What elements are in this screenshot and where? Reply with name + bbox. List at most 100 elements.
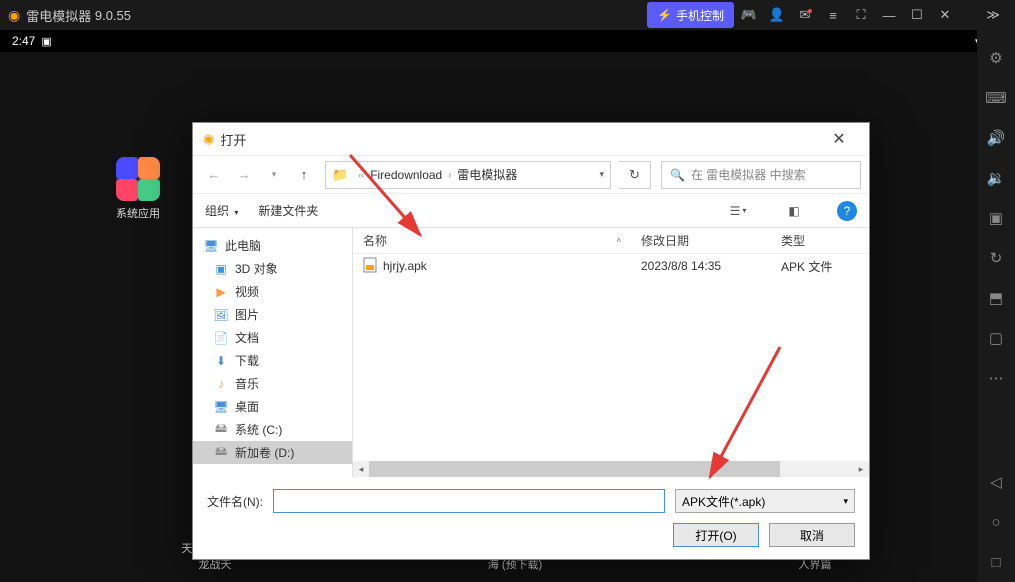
cube-icon: ▣ (213, 262, 229, 276)
sync-icon[interactable]: ↻ (982, 244, 1010, 272)
keyboard-icon[interactable]: ⌨ (982, 84, 1010, 112)
system-apps-folder[interactable]: 系统应用 (110, 157, 166, 221)
phone-control-button[interactable]: ⚡ 手机控制 (647, 2, 734, 28)
scroll-left-icon[interactable]: ◂ (353, 461, 369, 477)
sidebar-this-pc[interactable]: 🖥此电脑 (193, 234, 352, 257)
sort-indicator-icon: ˄ (616, 236, 621, 245)
scroll-thumb[interactable] (369, 461, 780, 477)
collapse-sidebar-icon[interactable]: ≫ (980, 2, 1006, 28)
emulator-screen: 系统应用 天龙八部2: 飞龙战天 全民江湖 秦时明月: 沧海 (预下载) 天命传… (0, 52, 1015, 582)
file-row[interactable]: hjrjy.apk 2023/8/8 14:35 APK 文件 (353, 254, 869, 278)
dialog-title: 打开 (220, 130, 246, 149)
multi-instance-icon[interactable]: ▣ (982, 204, 1010, 232)
breadcrumb-dropdown-icon[interactable]: ▾ (599, 169, 604, 180)
view-mode-button[interactable]: ☰ ▾ (725, 200, 751, 222)
settings-icon[interactable]: ⚙ (982, 44, 1010, 72)
file-open-dialog: ◉ 打开 ✕ ← → ▾ ↑ 📁 ‹‹ Firedownload › 雷电模拟器… (192, 122, 870, 560)
android-recent-button[interactable]: □ (982, 548, 1010, 576)
dialog-titlebar: ◉ 打开 ✕ (193, 123, 869, 155)
download-icon: ⬇ (213, 354, 229, 368)
sidebar-videos[interactable]: ▶视频 (193, 280, 352, 303)
app-name: 雷电模拟器 (26, 6, 91, 25)
music-icon: ♪ (213, 377, 229, 391)
filetype-dropdown[interactable]: APK文件(*.apk) ▾ (675, 489, 855, 513)
android-home-button[interactable]: ○ (982, 508, 1010, 536)
column-name[interactable]: 名称˄ (353, 232, 631, 249)
video-icon: ▶ (213, 285, 229, 299)
filename-input[interactable] (273, 489, 665, 513)
filename-label: 文件名(N): (207, 493, 263, 510)
drive-icon: 🖴 (213, 419, 229, 440)
breadcrumb-seg-2[interactable]: 雷电模拟器 (457, 166, 517, 183)
search-placeholder: 在 雷电模拟器 中搜索 (691, 166, 806, 183)
sidebar-downloads[interactable]: ⬇下载 (193, 349, 352, 372)
nav-recent-dropdown[interactable]: ▾ (261, 162, 287, 188)
sidebar-documents[interactable]: 📄文档 (193, 326, 352, 349)
sidebar-drive-d[interactable]: 🖴新加卷 (D:) (193, 441, 352, 464)
drive-icon: 🖴 (213, 442, 229, 463)
volume-up-icon[interactable]: 🔊 (982, 124, 1010, 152)
apk-file-icon (363, 257, 377, 276)
sidebar-pictures[interactable]: 🖼图片 (193, 303, 352, 326)
new-folder-button[interactable]: 新建文件夹 (258, 202, 318, 219)
horizontal-scrollbar[interactable]: ◂ ▸ (353, 461, 869, 477)
file-date: 2023/8/8 14:35 (631, 259, 771, 273)
fullscreen-icon[interactable]: ⛶ (848, 2, 874, 28)
folder-icon (116, 157, 160, 201)
sidebar-music[interactable]: ♪音乐 (193, 372, 352, 395)
search-icon: 🔍 (670, 168, 685, 182)
file-rows[interactable]: hjrjy.apk 2023/8/8 14:35 APK 文件 (353, 254, 869, 461)
sidebar-desktop[interactable]: 🖥桌面 (193, 395, 352, 418)
search-input[interactable]: 🔍 在 雷电模拟器 中搜索 (661, 161, 861, 189)
sidebar-drive-c[interactable]: 🖴系统 (C:) (193, 418, 352, 441)
column-headers: 名称˄ 修改日期 类型 (353, 228, 869, 254)
minimize-button[interactable]: — (876, 2, 902, 28)
open-button[interactable]: 打开(O) (673, 523, 759, 547)
dialog-nav-bar: ← → ▾ ↑ 📁 ‹‹ Firedownload › 雷电模拟器 ▾ ↻ 🔍 … (193, 155, 869, 193)
breadcrumb[interactable]: 📁 ‹‹ Firedownload › 雷电模拟器 ▾ (325, 161, 611, 189)
help-button[interactable]: ? (837, 201, 857, 221)
more-icon[interactable]: ⋯ (982, 364, 1010, 392)
nav-up-button[interactable]: ↑ (291, 162, 317, 188)
nav-forward-button[interactable]: → (231, 162, 257, 188)
file-name: hjrjy.apk (383, 259, 427, 273)
cancel-button[interactable]: 取消 (769, 523, 855, 547)
dialog-toolbar: 组织 ▾ 新建文件夹 ☰ ▾ ◧ ? (193, 193, 869, 227)
system-apps-label: 系统应用 (110, 205, 166, 221)
document-icon: 📄 (213, 331, 229, 345)
install-apk-icon[interactable]: ⬒ (982, 284, 1010, 312)
nav-back-button[interactable]: ← (201, 162, 227, 188)
column-date[interactable]: 修改日期 (631, 232, 771, 249)
emulator-right-sidebar: ⚙ ⌨ 🔊 🔉 ▣ ↻ ⬒ ▢ ⋯ ◁ ○ □ (977, 30, 1015, 582)
menu-icon[interactable]: ≡ (820, 2, 846, 28)
dialog-logo-icon: ◉ (203, 131, 214, 147)
android-status-bar: 2:47 ▣ ▾ ◢ ▮ (0, 30, 1015, 52)
app-version: 9.0.55 (95, 8, 131, 23)
folder-icon: 📁 (332, 167, 348, 183)
dialog-sidebar: 🖥此电脑 ▣3D 对象 ▶视频 🖼图片 📄文档 ⬇下载 ♪音乐 🖥桌面 🖴系统 … (193, 228, 353, 477)
file-list-pane: 名称˄ 修改日期 类型 hjrjy.apk 2023/8/8 14:35 APK (353, 228, 869, 477)
preview-pane-button[interactable]: ◧ (781, 200, 807, 222)
file-type: APK 文件 (771, 258, 861, 275)
sidebar-3d-objects[interactable]: ▣3D 对象 (193, 257, 352, 280)
refresh-button[interactable]: ↻ (619, 161, 651, 189)
dialog-bottom: 文件名(N): APK文件(*.apk) ▾ 打开(O) 取消 (193, 477, 869, 559)
volume-down-icon[interactable]: 🔉 (982, 164, 1010, 192)
emulator-titlebar: ◉ 雷电模拟器 9.0.55 ⚡ 手机控制 🎮 👤 ✉ ≡ ⛶ — ☐ ✕ ≫ (0, 0, 1015, 30)
dialog-close-button[interactable]: ✕ (819, 124, 859, 154)
clock: 2:47 (12, 34, 35, 48)
gamepad-icon[interactable]: 🎮 (736, 2, 762, 28)
scroll-right-icon[interactable]: ▸ (853, 461, 869, 477)
android-back-button[interactable]: ◁ (982, 468, 1010, 496)
bolt-icon: ⚡ (657, 8, 672, 22)
mail-icon[interactable]: ✉ (792, 2, 818, 28)
close-button[interactable]: ✕ (932, 2, 958, 28)
breadcrumb-seg-1[interactable]: Firedownload (370, 168, 442, 182)
desktop-icon: 🖥 (213, 400, 229, 414)
notification-icon: ▣ (41, 35, 51, 48)
user-icon[interactable]: 👤 (764, 2, 790, 28)
column-type[interactable]: 类型 (771, 232, 861, 249)
maximize-button[interactable]: ☐ (904, 2, 930, 28)
organize-button[interactable]: 组织 ▾ (205, 202, 238, 219)
screenshot-icon[interactable]: ▢ (982, 324, 1010, 352)
